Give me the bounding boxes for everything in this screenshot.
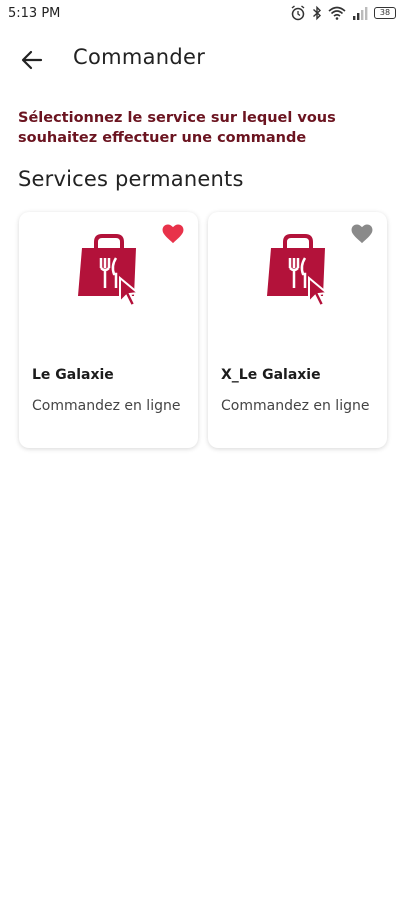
service-description: Commandez en ligne	[32, 398, 181, 414]
service-card[interactable]: X_Le Galaxie Commandez en ligne	[208, 212, 387, 448]
service-name: Le Galaxie	[32, 367, 114, 383]
shopping-bag-fork-knife-cursor-icon	[78, 234, 141, 308]
alarm-icon	[291, 5, 305, 21]
back-button[interactable]	[16, 46, 48, 74]
commander-screen: 5:13 PM 38 Commander Sélectionnez le ser…	[0, 0, 404, 900]
shopping-bag-fork-knife-cursor-icon	[267, 234, 330, 308]
battery-icon: 38	[374, 7, 396, 19]
page-title: Commander	[73, 45, 206, 69]
heart-icon[interactable]	[162, 224, 184, 244]
service-description: Commandez en ligne	[221, 398, 370, 414]
heart-icon[interactable]	[351, 224, 373, 244]
top-app-bar: Commander	[0, 36, 404, 82]
service-card[interactable]: Le Galaxie Commandez en ligne	[19, 212, 198, 448]
bluetooth-icon	[313, 5, 322, 21]
status-time: 5:13 PM	[8, 6, 61, 21]
arrow-left-icon	[21, 50, 43, 70]
battery-level: 38	[379, 8, 391, 17]
signal-icon	[353, 7, 368, 20]
section-title: Services permanents	[18, 167, 244, 191]
status-icons: 38	[290, 5, 396, 21]
wifi-icon	[328, 6, 346, 20]
instruction-text: Sélectionnez le service sur lequel vous …	[18, 110, 336, 146]
status-bar: 5:13 PM 38	[0, 0, 404, 30]
service-name: X_Le Galaxie	[221, 367, 321, 383]
